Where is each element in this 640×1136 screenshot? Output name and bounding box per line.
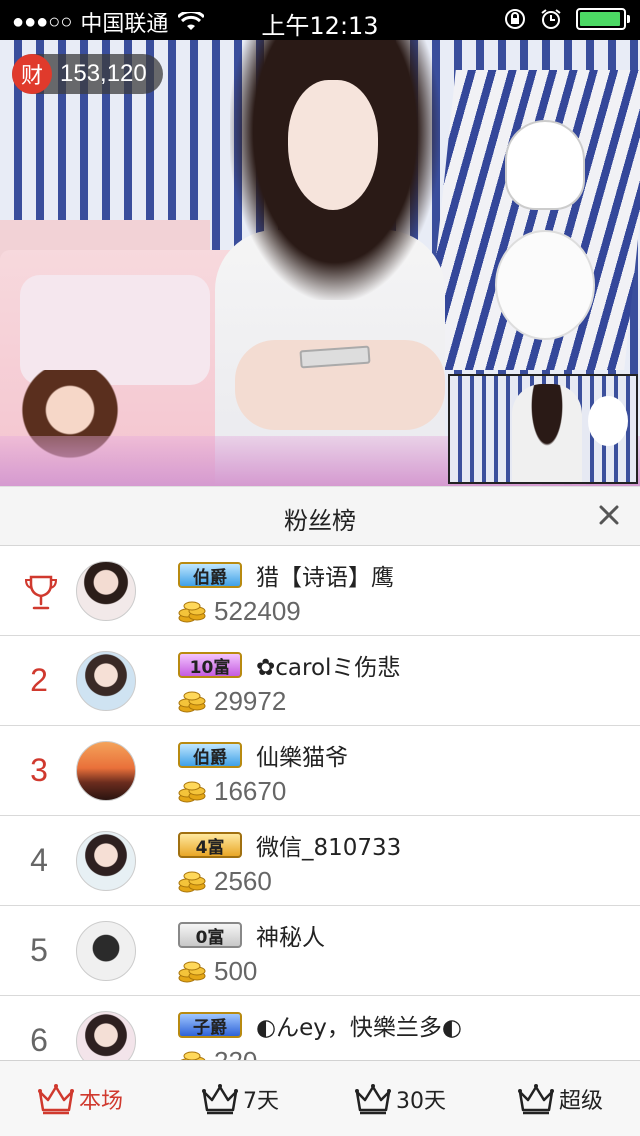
coin-stack-icon: [180, 1051, 206, 1060]
fan-coin-count: 522409: [214, 596, 301, 626]
panel-title: 粉丝榜: [284, 507, 356, 535]
fan-coin-count: 500: [214, 956, 258, 986]
coin-stack-icon: [178, 601, 206, 623]
video-streamer-face: [288, 80, 378, 210]
tab-label: 30天: [396, 1088, 446, 1114]
fan-username: 微信_810733: [256, 835, 402, 861]
ranking-tabs: 本场 7天 30天 超级: [0, 1060, 640, 1136]
close-button[interactable]: [594, 500, 624, 530]
rank-badge: 子爵: [178, 1012, 242, 1038]
battery-level: [580, 12, 620, 26]
video-pillow: [20, 275, 210, 385]
wealth-counter[interactable]: 财 153,120: [12, 54, 163, 94]
fan-ranking-header: 粉丝榜: [0, 486, 640, 546]
crown-icon: [37, 1083, 74, 1114]
fan-rank: 6: [30, 1022, 48, 1058]
fan-row[interactable]: 4 4富 微信_810733 2560: [0, 816, 640, 906]
battery-icon: [576, 8, 630, 30]
fan-username: ✿carolミ伤悲: [256, 655, 401, 681]
picture-in-picture-video[interactable]: [448, 374, 638, 484]
tab-super[interactable]: 超级: [480, 1061, 640, 1136]
wealth-count: 153,120: [60, 60, 147, 87]
tab-current[interactable]: 本场: [0, 1061, 160, 1136]
fan-username: 神秘人: [256, 925, 325, 951]
crown-7-icon: [202, 1083, 238, 1114]
rank-badge: 伯爵: [178, 742, 242, 768]
rank-badge: 10富: [178, 652, 242, 678]
tab-label: 超级: [558, 1088, 603, 1114]
crown-super-icon: [517, 1083, 554, 1114]
crown-30-icon: [355, 1083, 391, 1114]
alarm-icon: [541, 9, 561, 29]
rotation-lock-icon: [505, 9, 525, 29]
video-hamster-toy: [495, 230, 595, 340]
fan-coin-count: 16670: [214, 776, 287, 806]
fan-row[interactable]: 2 10富 ✿carolミ伤悲 29972: [0, 636, 640, 726]
pip-streamer: [512, 384, 582, 482]
status-right: [504, 8, 630, 30]
fan-row[interactable]: 5 0富 神秘人 500: [0, 906, 640, 996]
tab-30-days[interactable]: 30天: [320, 1061, 480, 1136]
pip-toy: [588, 396, 628, 446]
avatar[interactable]: [76, 651, 136, 711]
fan-row[interactable]: 3 伯爵 仙樂猫爷 16670: [0, 726, 640, 816]
fan-row[interactable]: 伯爵 猎【诗语】鹰 522409: [0, 546, 640, 636]
coin-stack-icon: [178, 691, 206, 713]
fan-username: 仙樂猫爷: [256, 745, 348, 771]
fan-rank: 3: [30, 752, 48, 788]
coin-stack-icon: [178, 781, 206, 803]
tab-label: 7天: [243, 1088, 279, 1114]
fan-coin-count: 220: [214, 1046, 257, 1060]
video-cat-toy: [505, 120, 585, 210]
status-bar: ●●●○○ 中国联通 上午12:13: [0, 0, 640, 40]
fan-row[interactable]: 6 子爵 ◐んey，快樂兰多◐ 220: [0, 996, 640, 1060]
avatar[interactable]: [76, 1011, 136, 1060]
fan-coin-count: 2560: [214, 866, 272, 896]
fan-rank: 2: [30, 662, 48, 698]
coin-stack-icon: [178, 871, 206, 893]
trophy-icon: [24, 575, 58, 610]
live-video[interactable]: [0, 40, 640, 486]
rank-badge: 伯爵: [178, 562, 242, 588]
wealth-icon: 财: [12, 54, 52, 94]
avatar[interactable]: [76, 831, 136, 891]
coin-stack-icon: [178, 961, 206, 983]
fan-username: 猎【诗语】鹰: [256, 565, 394, 591]
avatar[interactable]: [76, 561, 136, 621]
avatar[interactable]: [76, 921, 136, 981]
tab-7-days[interactable]: 7天: [160, 1061, 320, 1136]
fan-coin-count: 29972: [214, 686, 287, 716]
fan-rank: 5: [30, 932, 48, 968]
close-icon: [599, 505, 619, 525]
rank-badge: 0富: [178, 922, 242, 948]
avatar[interactable]: [76, 741, 136, 801]
fan-list[interactable]: 伯爵 猎【诗语】鹰 522409 2 10富 ✿carolミ伤悲 29972 3…: [0, 546, 640, 1060]
fan-username: ◐んey，快樂兰多◐: [256, 1015, 462, 1041]
fan-rank: 4: [30, 842, 48, 878]
rank-badge: 4富: [178, 832, 242, 858]
tab-label: 本场: [78, 1088, 123, 1114]
